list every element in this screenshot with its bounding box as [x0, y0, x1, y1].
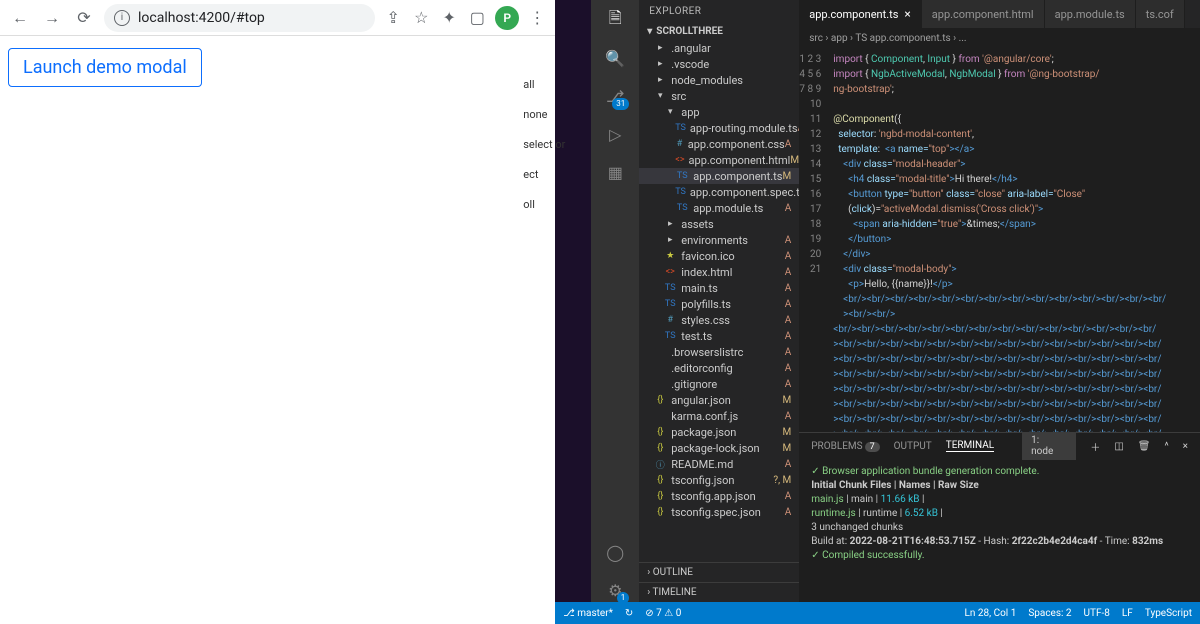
vscode-window: 🗎 🔍 ⎇31 ▷ ▦ ◯ ⚙1 EXPLORER ▾SCROLLTHREE .… [555, 0, 1200, 624]
accounts-icon[interactable]: ◯ [603, 540, 627, 564]
editor-tab[interactable]: ts.cof [1136, 0, 1185, 28]
browser-window: ← → ⟳ i localhost:4200/#top ⇪ ☆ ✦ ▢ P ⋮ … [0, 0, 555, 624]
tree-item[interactable]: TSapp.component.spec.tsA [639, 184, 799, 200]
tree-item[interactable]: .browserslistrcA [639, 344, 799, 360]
tree-item[interactable]: <>index.htmlA [639, 264, 799, 280]
tree-item[interactable]: .gitignoreA [639, 376, 799, 392]
bookmark-icon[interactable]: ☆ [411, 8, 431, 28]
search-icon[interactable]: 🔍 [603, 46, 627, 70]
timeline-section[interactable]: › TIMELINE [639, 582, 799, 602]
tree-item[interactable]: karma.conf.jsA [639, 408, 799, 424]
status-cursor-pos[interactable]: Ln 28, Col 1 [965, 608, 1017, 619]
editor-tab[interactable]: app.component.html [922, 0, 1045, 28]
editor-tab[interactable]: app.component.ts× [799, 0, 922, 28]
address-bar[interactable]: i localhost:4200/#top [104, 4, 375, 32]
split-terminal-icon[interactable]: ◫ [1114, 441, 1123, 452]
tree-item[interactable]: {}package.jsonM [639, 424, 799, 440]
status-bar: ⎇ master* ↻ ⊘ 7 ⚠ 0 Ln 28, Col 1 Spaces:… [555, 602, 1200, 624]
bottom-panel: PROBLEMS7 OUTPUT TERMINAL 1: node ＋ ◫ 🗑 … [799, 432, 1200, 602]
reload-icon[interactable]: ⟳ [72, 6, 96, 30]
status-indent[interactable]: Spaces: 2 [1028, 608, 1071, 619]
tree-item[interactable]: assets [639, 216, 799, 232]
extensions-sidebar-icon[interactable]: ▦ [603, 160, 627, 184]
kill-terminal-icon[interactable]: 🗑 [1138, 441, 1151, 452]
tree-item[interactable]: {}tsconfig.app.jsonA [639, 488, 799, 504]
line-gutter: 1 2 3 4 5 6 7 8 9 10 11 12 13 14 15 16 1… [799, 48, 827, 432]
tree-item[interactable]: #styles.cssA [639, 312, 799, 328]
tree-item[interactable]: node_modules [639, 72, 799, 88]
code-editor[interactable]: 1 2 3 4 5 6 7 8 9 10 11 12 13 14 15 16 1… [799, 48, 1200, 432]
browser-toolbar: ← → ⟳ i localhost:4200/#top ⇪ ☆ ✦ ▢ P ⋮ [0, 0, 555, 36]
panel-tabs: PROBLEMS7 OUTPUT TERMINAL 1: node ＋ ◫ 🗑 … [799, 433, 1200, 459]
tree-item[interactable]: <>app.component.htmlM [639, 152, 799, 168]
new-terminal-icon[interactable]: ＋ [1090, 439, 1100, 454]
panel-tab-output[interactable]: OUTPUT [894, 441, 932, 452]
tree-item[interactable]: TSapp.module.tsA [639, 200, 799, 216]
panel-maximize-icon[interactable]: ^ [1164, 441, 1168, 452]
explorer-title: EXPLORER [639, 0, 799, 23]
outline-section[interactable]: › OUTLINE [639, 562, 799, 582]
settings-gear-icon[interactable]: ⚙1 [603, 578, 627, 602]
project-section-header[interactable]: ▾SCROLLTHREE [639, 23, 799, 40]
back-icon[interactable]: ← [8, 6, 32, 30]
breadcrumb[interactable]: src › app › TS app.component.ts › ... [799, 28, 1200, 48]
close-tab-icon[interactable]: × [904, 7, 910, 21]
tree-item[interactable]: TSpolyfills.tsA [639, 296, 799, 312]
page-viewport: Launch demo modal allnoneselect orectoll [0, 36, 555, 624]
panel-tab-terminal[interactable]: TERMINAL [946, 440, 994, 452]
terminal-profile-select[interactable]: 1: node [1022, 432, 1076, 460]
url-text: localhost:4200/#top [138, 10, 265, 26]
run-debug-icon[interactable]: ▷ [603, 122, 627, 146]
tree-item[interactable]: ★favicon.icoA [639, 248, 799, 264]
profile-avatar[interactable]: P [495, 6, 519, 30]
tree-item[interactable]: TStest.tsA [639, 328, 799, 344]
peek-overlap-strip: allnoneselect orectoll [523, 70, 555, 220]
tree-item[interactable]: app [639, 104, 799, 120]
launch-demo-modal-button[interactable]: Launch demo modal [8, 48, 202, 87]
extensions-icon[interactable]: ✦ [439, 8, 459, 28]
editor-column: app.component.ts×app.component.htmlapp.m… [799, 0, 1200, 602]
tree-item[interactable]: .angular [639, 40, 799, 56]
site-info-icon[interactable]: i [114, 10, 130, 26]
tree-item[interactable]: .vscode [639, 56, 799, 72]
tree-item[interactable]: environmentsA [639, 232, 799, 248]
forward-icon[interactable]: → [40, 6, 64, 30]
tree-item[interactable]: TSapp-routing.module.tsA [639, 120, 799, 136]
editor-tabs: app.component.ts×app.component.htmlapp.m… [799, 0, 1200, 28]
panel-tab-problems[interactable]: PROBLEMS7 [811, 441, 879, 452]
status-language[interactable]: TypeScript [1145, 608, 1192, 619]
window-edge-strip [555, 0, 591, 602]
tree-item[interactable]: TSapp.component.tsM [639, 168, 799, 184]
tree-item[interactable]: #app.component.cssA [639, 136, 799, 152]
tree-item[interactable]: src [639, 88, 799, 104]
status-encoding[interactable]: UTF-8 [1084, 608, 1110, 619]
editor-tab[interactable]: app.module.ts [1045, 0, 1136, 28]
status-branch[interactable]: ⎇ master* [563, 608, 613, 619]
tree-item[interactable]: ⓘREADME.mdA [639, 456, 799, 472]
tree-item[interactable]: {}tsconfig.json?, M [639, 472, 799, 488]
kebab-menu-icon[interactable]: ⋮ [527, 8, 547, 28]
tree-item[interactable]: .editorconfigA [639, 360, 799, 376]
tree-item[interactable]: {}angular.jsonM [639, 392, 799, 408]
status-sync-icon[interactable]: ↻ [625, 608, 633, 619]
tree-item[interactable]: {}package-lock.jsonM [639, 440, 799, 456]
explorer-sidebar: EXPLORER ▾SCROLLTHREE .angular.vscodenod… [639, 0, 799, 602]
code-body[interactable]: import { Component, Input } from '@angul… [827, 48, 1200, 432]
tree-item[interactable]: {}tsconfig.spec.jsonA [639, 504, 799, 520]
activity-bar: 🗎 🔍 ⎇31 ▷ ▦ ◯ ⚙1 [591, 0, 639, 602]
tree-item[interactable]: TSmain.tsA [639, 280, 799, 296]
tab-overview-icon[interactable]: ▢ [467, 8, 487, 28]
explorer-icon[interactable]: 🗎 [603, 8, 627, 32]
status-problems[interactable]: ⊘ 7 ⚠ 0 [645, 608, 681, 619]
panel-close-icon[interactable]: × [1183, 441, 1188, 452]
status-eol[interactable]: LF [1122, 608, 1133, 619]
terminal-output[interactable]: ✓ Browser application bundle generation … [799, 459, 1200, 602]
share-icon[interactable]: ⇪ [383, 8, 403, 28]
source-control-icon[interactable]: ⎇31 [603, 84, 627, 108]
file-tree: .angular.vscodenode_modulessrcappTSapp-r… [639, 40, 799, 562]
